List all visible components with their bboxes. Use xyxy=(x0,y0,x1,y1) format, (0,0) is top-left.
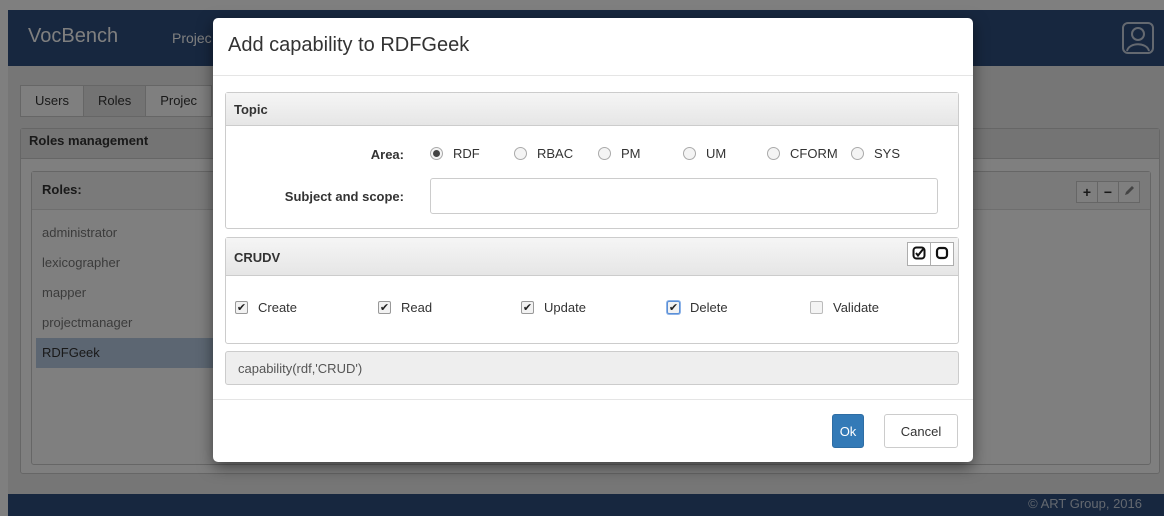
radio-indicator xyxy=(514,147,527,160)
crudv-toolbar xyxy=(907,242,954,266)
capability-preview: capability(rdf,'CRUD') xyxy=(225,351,959,385)
modal-footer: Ok Cancel xyxy=(213,399,973,462)
check-all-icon xyxy=(912,246,926,263)
subject-scope-label: Subject and scope: xyxy=(284,189,404,204)
crudv-heading: CRUDV xyxy=(226,238,958,276)
modal-title: Add capability to RDFGeek xyxy=(228,34,470,56)
area-radio-sys[interactable]: SYS xyxy=(851,146,900,161)
area-radio-rdf[interactable]: RDF xyxy=(430,146,480,161)
radio-label: CFORM xyxy=(790,146,838,161)
radio-label: UM xyxy=(706,146,727,161)
cancel-button[interactable]: Cancel xyxy=(884,414,958,448)
checkbox-label: Validate xyxy=(833,300,880,315)
uncheck-all-icon xyxy=(935,246,949,263)
radio-label: SYS xyxy=(874,146,901,161)
radio-label: RBAC xyxy=(537,146,574,161)
checkbox-check-icon: ✔ xyxy=(521,301,534,314)
radio-label: PM xyxy=(621,146,641,161)
add-capability-dialog: Add capability to RDFGeek Topic Area: RD… xyxy=(213,18,973,462)
uncheck-all-button[interactable] xyxy=(930,242,954,266)
area-radio-um[interactable]: UM xyxy=(683,146,726,161)
crudv-read-checkbox[interactable]: ✔ Read xyxy=(378,300,432,315)
modal-header: Add capability to RDFGeek xyxy=(213,18,973,76)
crudv-validate-checkbox[interactable]: Validate xyxy=(810,300,879,315)
checkbox-label: Update xyxy=(544,300,586,315)
checkbox-label: Delete xyxy=(690,300,728,315)
checkbox-label: Create xyxy=(258,300,298,315)
topic-heading: Topic xyxy=(226,93,958,126)
crudv-create-checkbox[interactable]: ✔ Create xyxy=(235,300,297,315)
radio-label: RDF xyxy=(453,146,480,161)
checkbox-empty-icon xyxy=(810,301,823,314)
ok-button[interactable]: Ok xyxy=(832,414,864,448)
crudv-heading-label: CRUDV xyxy=(234,250,281,265)
area-radio-cform[interactable]: CFORM xyxy=(767,146,838,161)
crudv-delete-checkbox[interactable]: ✔ Delete xyxy=(667,300,728,315)
topic-panel: Topic Area: RDF RBAC PM UM CFORM SYS Sub… xyxy=(225,92,959,229)
area-label: Area: xyxy=(370,147,404,162)
checkbox-check-icon: ✔ xyxy=(667,301,680,314)
radio-indicator xyxy=(767,147,780,160)
radio-indicator xyxy=(598,147,611,160)
area-radio-pm[interactable]: PM xyxy=(598,146,641,161)
radio-indicator xyxy=(430,147,443,160)
crudv-panel: CRUDV ✔ Create ✔ Read ✔ Update ✔ Delete … xyxy=(225,237,959,344)
radio-indicator xyxy=(683,147,696,160)
check-all-button[interactable] xyxy=(907,242,931,266)
crudv-update-checkbox[interactable]: ✔ Update xyxy=(521,300,586,315)
area-radio-rbac[interactable]: RBAC xyxy=(514,146,573,161)
radio-indicator xyxy=(851,147,864,160)
checkbox-label: Read xyxy=(401,300,433,315)
subject-scope-input[interactable] xyxy=(430,178,938,214)
checkbox-check-icon: ✔ xyxy=(378,301,391,314)
checkbox-check-icon: ✔ xyxy=(235,301,248,314)
